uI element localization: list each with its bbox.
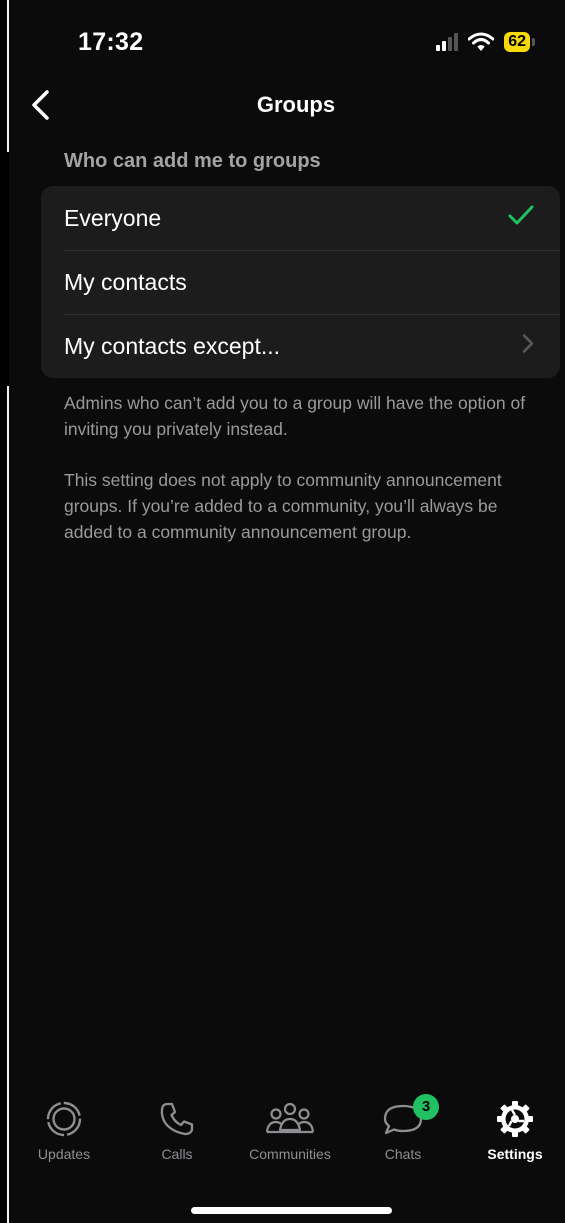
tab-label: Chats <box>384 1146 422 1162</box>
home-indicator[interactable] <box>191 1207 392 1214</box>
option-my-contacts-except[interactable]: My contacts except... <box>41 314 560 378</box>
cellular-signal-icon <box>436 33 459 51</box>
communities-icon <box>265 1102 315 1134</box>
screen: 17:32 62 Groups Who can add me to groups… <box>9 0 565 1223</box>
tab-label: Settings <box>487 1146 543 1162</box>
chevron-right-icon <box>522 333 534 360</box>
options-list: Everyone My contacts My contacts except.… <box>41 186 560 378</box>
option-label: Everyone <box>64 204 162 231</box>
page-title: Groups <box>256 92 336 117</box>
status-time: 17:32 <box>78 28 144 56</box>
battery-icon: 62 <box>504 32 535 52</box>
phone-icon <box>160 1102 194 1136</box>
tab-communities[interactable]: Communities <box>240 1100 340 1162</box>
tab-chats[interactable]: 3 Chats <box>353 1094 453 1162</box>
admins-footnote: Admins who can’t add you to a group will… <box>64 393 526 439</box>
option-everyone[interactable]: Everyone <box>41 186 560 250</box>
unread-badge: 3 <box>413 1094 439 1120</box>
community-footnote: This setting does not apply to community… <box>64 470 502 542</box>
gear-icon <box>497 1101 533 1137</box>
option-my-contacts[interactable]: My contacts <box>41 250 560 314</box>
wifi-icon <box>468 32 495 51</box>
checkmark-icon <box>508 204 534 232</box>
status-icons: 62 <box>436 32 535 52</box>
option-label: My contacts <box>64 268 187 295</box>
tab-label: Updates <box>37 1146 91 1162</box>
tab-settings[interactable]: Settings <box>465 1100 565 1162</box>
tab-bar: Updates Calls Communities 3 Chats Settin… <box>9 1094 565 1180</box>
tab-label: Communities <box>249 1146 331 1162</box>
section-header: Who can add me to groups <box>64 150 321 172</box>
updates-icon <box>46 1101 82 1137</box>
tab-updates[interactable]: Updates <box>14 1100 114 1162</box>
tab-calls[interactable]: Calls <box>127 1100 227 1162</box>
tab-label: Calls <box>161 1146 193 1162</box>
battery-level: 62 <box>504 32 530 52</box>
option-label: My contacts except... <box>64 332 281 359</box>
